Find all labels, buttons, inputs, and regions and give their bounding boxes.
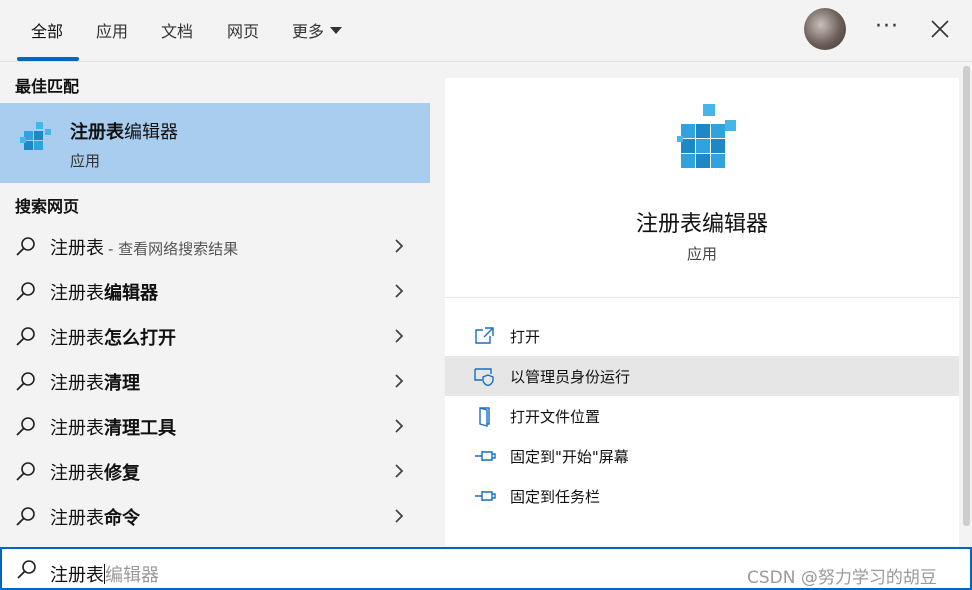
more-options-icon[interactable]: ··· [875,14,899,39]
search-icon [16,462,35,481]
top-bar: 全部 应用 文档 网页 更多 ··· [0,0,972,62]
web-search-item-plain: 注册表 [50,328,104,349]
chevron-right-icon[interactable] [392,508,406,524]
web-search-item[interactable]: 注册表命令 [0,494,430,539]
action-run-as-admin[interactable]: 以管理员身份运行 [445,356,959,396]
search-icon [16,237,35,256]
web-search-item-text: 注册表清理 [50,369,140,395]
pin-icon [475,491,496,501]
search-icon [16,372,35,391]
action-open-label: 打开 [510,328,541,346]
best-match-name-bold: 注册表 [70,122,124,143]
chevron-right-icon[interactable] [392,373,406,389]
chevron-right-icon[interactable] [392,463,406,479]
best-match-heading: 最佳匹配 [15,77,80,96]
chevron-right-icon[interactable] [392,238,406,254]
search-box[interactable]: 注册表编辑器 CSDN @努力学习的胡豆 [0,547,972,590]
detail-divider [445,297,959,298]
action-run-as-admin-label: 以管理员身份运行 [510,368,631,386]
detail-panel: 注册表编辑器 应用 打开 以管理员身份运行 打开文件位置 固定到"开始"屏幕 固… [445,78,959,546]
web-search-item-plain: 注册表 [50,418,104,439]
chevron-right-icon[interactable] [392,283,406,299]
web-search-item[interactable]: 注册表清理工具 [0,404,430,449]
web-search-item-text: 注册表编辑器 [50,279,158,305]
action-pin-to-start[interactable]: 固定到"开始"屏幕 [445,436,959,476]
chevron-down-icon [330,27,343,34]
search-typed-text: 注册表 [50,565,104,586]
action-pin-to-taskbar[interactable]: 固定到任务栏 [445,476,959,516]
search-icon [16,327,35,346]
web-search-item-sub: - 查看网络搜索结果 [108,240,239,258]
tab-documents[interactable]: 文档 [161,18,193,42]
web-search-item-plain: 注册表 [50,283,104,304]
registry-editor-large-icon [677,104,736,168]
web-search-item-text: 注册表 - 查看网络搜索结果 [50,234,238,260]
action-open[interactable]: 打开 [445,316,959,356]
web-search-item[interactable]: 注册表怎么打开 [0,314,430,359]
file-location-icon [479,407,490,427]
web-search-item-plain: 注册表 [50,373,104,394]
search-autocomplete-hint: 编辑器 [105,565,159,586]
web-search-item-bold: 编辑器 [104,283,158,304]
registry-editor-icon [20,122,51,150]
web-search-item[interactable]: 注册表 - 查看网络搜索结果 [0,224,430,269]
action-open-file-location[interactable]: 打开文件位置 [445,396,959,436]
best-match-type: 应用 [70,152,101,170]
web-search-item-plain: 注册表 [50,238,104,259]
search-icon [16,282,35,301]
web-search-item-text: 注册表修复 [50,459,140,485]
web-search-item-bold: 清理工具 [104,418,176,439]
action-open-file-location-label: 打开文件位置 [510,408,601,426]
active-tab-indicator [17,57,79,61]
tab-all[interactable]: 全部 [31,18,63,42]
web-search-heading: 搜索网页 [15,197,80,216]
web-search-item[interactable]: 注册表清理 [0,359,430,404]
tab-more-label: 更多 [292,22,325,41]
web-search-item-bold: 命令 [104,508,140,529]
avatar[interactable] [804,8,846,50]
detail-title: 注册表编辑器 [635,212,768,237]
search-input[interactable]: 注册表编辑器 [50,561,159,587]
web-search-item-bold: 清理 [104,373,140,394]
action-pin-to-start-label: 固定到"开始"屏幕 [510,448,629,466]
search-icon [16,507,35,526]
web-search-item-text: 注册表怎么打开 [50,324,176,350]
close-icon[interactable] [928,17,952,41]
watermark: CSDN @努力学习的胡豆 [747,568,937,588]
web-search-item-plain: 注册表 [50,508,104,529]
scrollbar[interactable] [961,62,972,546]
open-icon [475,327,494,344]
search-icon [16,417,35,436]
web-search-item[interactable]: 注册表编辑器 [0,269,430,314]
web-search-item[interactable]: 注册表修复 [0,449,430,494]
action-pin-to-taskbar-label: 固定到任务栏 [510,488,601,506]
web-search-item-bold: 修复 [104,463,140,484]
scrollbar-thumb[interactable] [963,66,970,526]
best-match-name-rest: 编辑器 [124,122,178,143]
pin-icon [475,451,496,461]
web-search-item-plain: 注册表 [50,463,104,484]
search-icon [17,560,36,579]
chevron-right-icon[interactable] [392,328,406,344]
best-match-item[interactable]: 注册表编辑器 应用 [0,103,430,183]
tab-apps[interactable]: 应用 [96,18,128,42]
best-match-name: 注册表编辑器 [70,118,178,144]
tab-more[interactable]: 更多 [292,18,343,42]
web-search-item-text: 注册表命令 [50,504,140,530]
tab-web[interactable]: 网页 [227,18,259,42]
chevron-right-icon[interactable] [392,418,406,434]
web-search-item-bold: 怎么打开 [104,328,176,349]
web-search-item-text: 注册表清理工具 [50,414,176,440]
detail-type: 应用 [686,245,717,263]
shield-icon [474,368,494,386]
